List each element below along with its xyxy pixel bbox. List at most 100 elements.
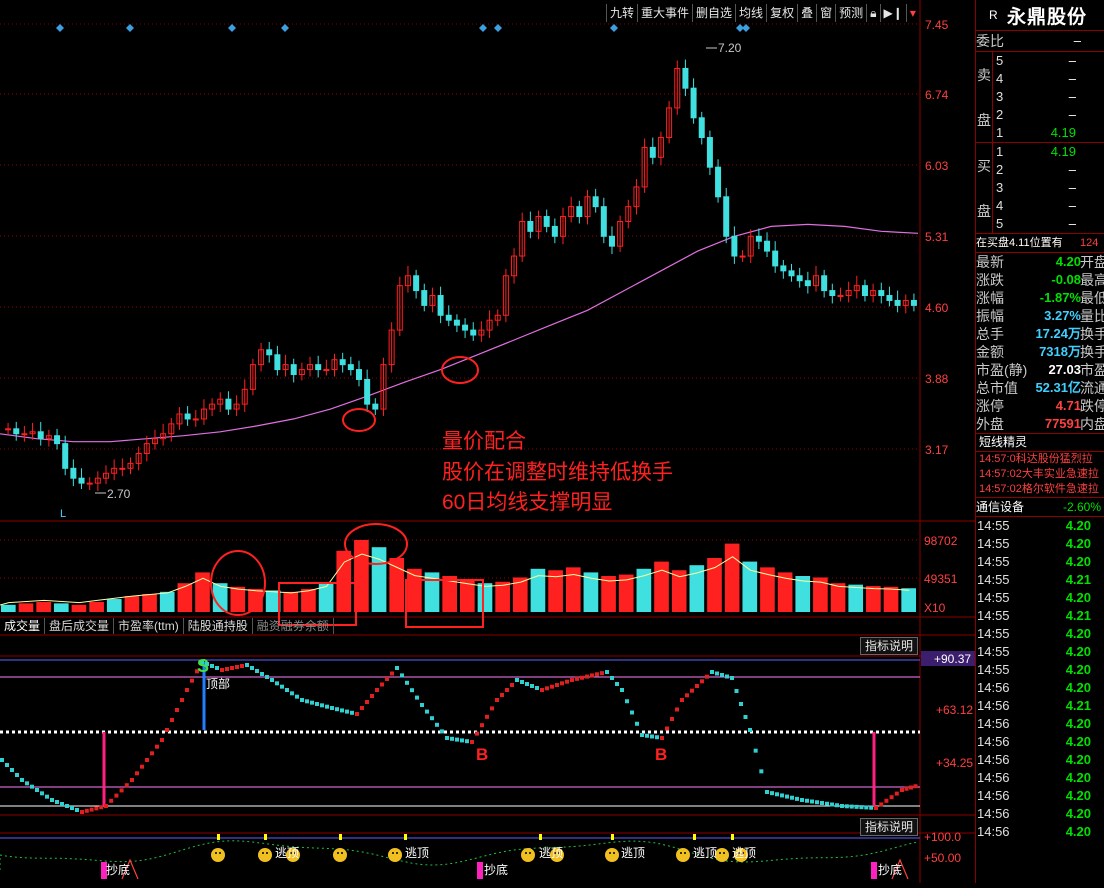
stat-label: 外盘 (976, 416, 1004, 432)
smiley-face-icon (333, 848, 347, 862)
indicator1-step (505, 688, 509, 692)
buy-level-row[interactable]: 3– (976, 179, 1104, 197)
candle-body (315, 364, 322, 371)
indicator1-step (180, 698, 184, 702)
sell-level-row[interactable]: 4– (976, 70, 1104, 88)
news-item[interactable]: 14:57:0科达股份猛烈拉 (976, 452, 1104, 467)
price-tick: 5.31 (925, 230, 949, 244)
indicator2-tick-mark (404, 834, 407, 840)
tab-pe-ttm[interactable]: 市盈率(ttm) (114, 618, 184, 634)
candle-body (413, 275, 420, 292)
indicator1-step (30, 784, 34, 789)
tick-row: 14:55 4.20 (976, 625, 1104, 643)
sector-row[interactable]: 通信设备 -2.60% (976, 498, 1104, 517)
tick-price: 4.20 (1065, 806, 1091, 821)
candle-body (878, 290, 885, 297)
buy-level-price: 4.19 (1050, 144, 1076, 159)
smiley-face-icon (676, 848, 690, 862)
news-title[interactable]: 短线精灵 (976, 434, 1027, 451)
tick-row: 14:55 4.20 (976, 589, 1104, 607)
financing-badge: R (989, 8, 998, 22)
indicator1-step (590, 673, 594, 678)
major-events-button[interactable]: 重大事件 (637, 4, 692, 22)
sell-orderbook: 卖 盘 5–4–3–2–1 4.19 (976, 52, 1104, 143)
smiley-eye (684, 852, 686, 854)
tick-time: 14:55 (977, 662, 1010, 677)
buy-level-row[interactable]: 5– (976, 215, 1104, 233)
event-diamond-icon (494, 24, 502, 32)
stat-label: 金额 (976, 344, 1004, 360)
stats-table: 最新 4.20 开盘 涨跌 -0.08 最高 涨幅 -1.87% 最低 振幅 3.27% 量比 总手 17… (976, 253, 1104, 434)
tick-price: 4.20 (1065, 734, 1091, 749)
sell-level-number: 2 (996, 107, 1004, 122)
indicator1-step (770, 791, 774, 796)
tab-margin[interactable]: 融资融券余额 (253, 618, 334, 634)
tick-row: 14:56 4.20 (976, 751, 1104, 769)
smiley-eye (392, 852, 394, 854)
indicator1-step (500, 693, 504, 697)
forecast-button[interactable]: 预测 (835, 4, 866, 22)
annotation-circle (342, 408, 376, 432)
indicator-help-button[interactable]: 指标说明 (860, 818, 918, 836)
tick-row: 14:56 4.20 (976, 679, 1104, 697)
bottom-signal-label: 抄底 (484, 862, 508, 877)
indicator1-step (435, 722, 439, 727)
tab-after-hours-volume[interactable]: 盘后成交量 (45, 618, 115, 634)
stock-name[interactable]: 永鼎股份 (1007, 2, 1087, 29)
volume-bar (654, 561, 669, 612)
indicator1-buy-label: B (476, 745, 488, 764)
buy-level-row[interactable]: 2– (976, 161, 1104, 179)
volume-bar (159, 591, 175, 612)
buy-level-number: 1 (996, 144, 1004, 159)
buy-level-price: – (1068, 162, 1076, 177)
news-item[interactable]: 14:57:02大丰实业急速拉 (976, 467, 1104, 482)
indicator2-tick-mark (731, 834, 734, 840)
buy-level-row[interactable]: 1 4.19 (976, 143, 1104, 161)
indicator1-step (124, 783, 129, 788)
indicator1-step (185, 688, 189, 692)
candle-body (910, 299, 917, 306)
arrow-right-icon[interactable]: ▶❙ (879, 4, 906, 22)
news-item[interactable]: 14:57:02格尔软件急速拉 (976, 482, 1104, 497)
indicator1-step (260, 672, 264, 676)
tab-volume[interactable]: 成交量 (0, 618, 46, 634)
lock-icon[interactable]: 🔒︎ (866, 4, 879, 22)
adjust-price-button[interactable]: 复权 (766, 4, 797, 22)
volume-unit: X10 (924, 601, 946, 615)
tick-row: 14:56 4.20 (976, 769, 1104, 787)
tab-stock-connect[interactable]: 陆股通持股 (184, 618, 253, 634)
stat-label: 总市值 (976, 380, 1018, 396)
candle-body (323, 369, 330, 372)
window-button[interactable]: 窗 (816, 4, 835, 22)
indicator1-step (45, 794, 49, 799)
indicator1-step (415, 695, 419, 700)
remove-watchlist-button[interactable]: 删自选 (692, 4, 735, 22)
sell-level-row[interactable]: 1 4.19 (976, 124, 1104, 142)
stat-value: 3.27% (1044, 308, 1081, 323)
stat-row: 总市值 52.31亿 流通 (976, 379, 1104, 397)
indicator1-step (869, 805, 874, 810)
stat-label-secondary: 最低 (1080, 290, 1104, 306)
indicator1-step (450, 736, 454, 741)
indicator-help-button[interactable]: 指标说明 (860, 637, 918, 655)
triangle-down-icon[interactable]: ▾ (905, 4, 919, 22)
tick-time: 14:56 (977, 680, 1010, 695)
indicator1-step (175, 708, 179, 712)
indicator2-tick-mark (339, 834, 342, 840)
volume-tick: 49351 (924, 572, 958, 586)
sell-level-row[interactable]: 2– (976, 106, 1104, 124)
sell-level-row[interactable]: 3– (976, 88, 1104, 106)
event-markers[interactable] (56, 24, 750, 32)
candle-body (764, 240, 771, 252)
indicator1-step (825, 801, 829, 806)
tick-time: 14:55 (977, 518, 1010, 533)
moving-average-button[interactable]: 均线 (735, 4, 766, 22)
nine-turn-button[interactable]: 九转 (606, 4, 637, 22)
indicator1-step (859, 805, 864, 810)
sell-level-row[interactable]: 5– (976, 52, 1104, 70)
candle-body (225, 398, 232, 410)
buy-level-row[interactable]: 4– (976, 197, 1104, 215)
chart-area[interactable]: 7.45 6.74 6.03 5.31 4.60 3.88 3.17 7.20 … (0, 0, 975, 883)
overlay-button[interactable]: 叠 (797, 4, 816, 22)
stat-value: 4.71 (1055, 398, 1081, 413)
